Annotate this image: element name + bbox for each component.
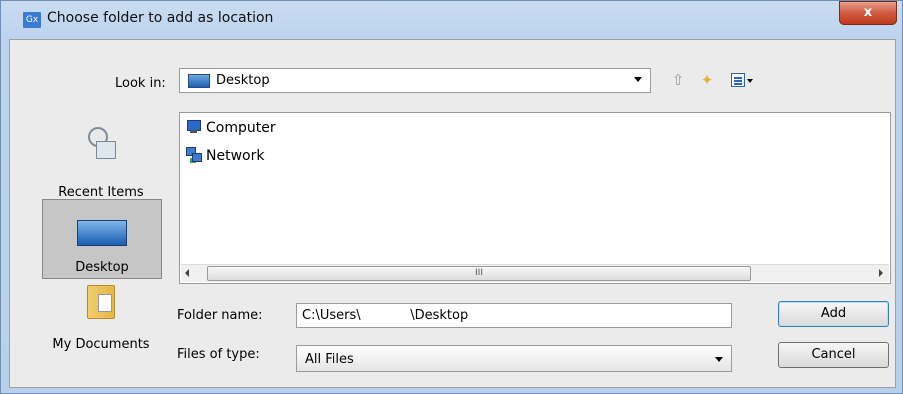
desktop-icon xyxy=(77,220,127,246)
dialog-window: Gx Choose folder to add as location x Lo… xyxy=(0,0,903,394)
cancel-button[interactable]: Cancel xyxy=(778,342,889,368)
scroll-right-icon[interactable] xyxy=(879,269,883,277)
chevron-down-icon xyxy=(634,77,642,82)
file-list[interactable]: Computer Network III xyxy=(179,112,891,284)
files-of-type-label: Files of type: xyxy=(177,347,260,362)
look-in-dropdown[interactable]: Desktop xyxy=(179,68,651,93)
app-icon: Gx xyxy=(23,12,41,28)
my-documents-icon xyxy=(87,285,115,319)
horizontal-scrollbar[interactable]: III xyxy=(181,264,889,282)
folder-name-label: Folder name: xyxy=(177,308,263,323)
place-my-documents[interactable]: My Documents xyxy=(39,283,163,363)
look-in-value: Desktop xyxy=(216,73,270,88)
files-of-type-dropdown[interactable]: All Files xyxy=(296,345,732,372)
list-item-label: Computer xyxy=(206,120,276,136)
view-menu-icon[interactable] xyxy=(731,71,755,89)
place-desktop[interactable]: Desktop xyxy=(42,199,162,279)
scroll-thumb[interactable]: III xyxy=(207,266,751,281)
places-bar: Recent Items Desktop My Documents xyxy=(39,111,165,381)
folder-name-input[interactable] xyxy=(296,303,732,328)
files-of-type-value: All Files xyxy=(305,352,354,367)
chevron-down-icon xyxy=(715,357,723,362)
recent-items-icon xyxy=(86,127,116,161)
create-new-folder-icon[interactable]: ✦ xyxy=(698,71,716,89)
place-label: Desktop xyxy=(75,260,129,275)
place-label: My Documents xyxy=(52,337,150,352)
list-item-label: Network xyxy=(206,148,265,164)
desktop-icon xyxy=(188,74,210,88)
close-button[interactable]: x xyxy=(839,1,897,25)
up-one-level-icon[interactable]: ⇧ xyxy=(669,71,687,89)
network-icon xyxy=(184,147,202,162)
list-item-network[interactable]: Network xyxy=(184,147,264,165)
window-title: Choose folder to add as location xyxy=(47,10,274,26)
add-button[interactable]: Add xyxy=(778,301,889,327)
place-recent-items[interactable]: Recent Items xyxy=(39,121,163,201)
computer-icon xyxy=(184,119,202,134)
look-in-label: Look in: xyxy=(115,76,166,91)
list-item-computer[interactable]: Computer xyxy=(184,119,276,137)
place-label: Recent Items xyxy=(58,185,144,200)
title-bar[interactable]: Gx Choose folder to add as location x xyxy=(1,1,902,33)
scroll-left-icon[interactable] xyxy=(185,269,189,277)
